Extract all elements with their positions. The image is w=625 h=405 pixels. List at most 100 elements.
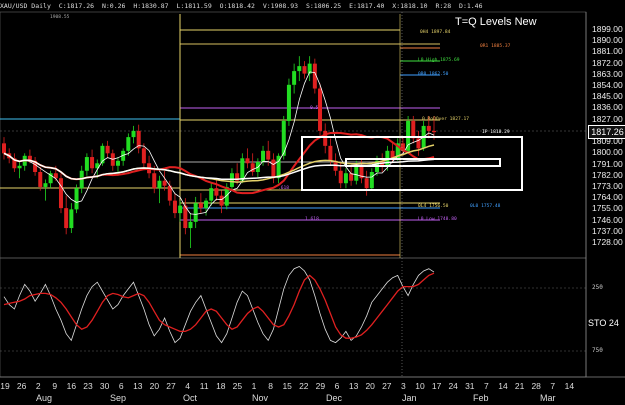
month-label: Feb [473, 393, 489, 403]
candle-body [266, 150, 271, 160]
month-label: Sep [110, 393, 127, 403]
price-tick-label: 1737.00 [592, 225, 623, 236]
candle-body [105, 145, 110, 154]
candle-body [354, 165, 359, 181]
candle-body [38, 172, 43, 187]
candle-body [43, 183, 48, 187]
candle-body [157, 180, 162, 189]
date-tick-label: 31 [465, 381, 475, 391]
date-tick-label: 6 [334, 381, 340, 391]
candle-body [261, 150, 266, 163]
date-tick-label: 21 [514, 381, 525, 391]
price-tick-label: 1827.00 [592, 113, 623, 124]
date-tick-label: 30 [99, 381, 110, 391]
stochastic-pane-frame [0, 257, 587, 378]
month-label: Mar [540, 393, 556, 403]
date-tick-label: 9 [52, 381, 58, 391]
date-tick-label: 11 [199, 381, 209, 391]
level-tag: 1.618 [305, 217, 319, 222]
month-label: Aug [36, 393, 53, 403]
level-tag: 0.5 [310, 106, 319, 111]
date-tick-label: 14 [564, 381, 575, 391]
candles [2, 56, 436, 248]
candle-body [369, 172, 374, 189]
level-tag: IP 1818.29 [482, 130, 510, 135]
candle-body [328, 145, 333, 161]
month-label: Nov [252, 393, 269, 403]
level-tag: L0 High 1875.69 [418, 58, 460, 63]
price-tick-label: 1782.00 [592, 169, 623, 180]
date-tick-label: 1 [251, 381, 257, 391]
price-tick-label: 1755.00 [592, 203, 623, 214]
level-tag: 0H4 1897.84 [420, 30, 451, 35]
date-tick-label: 15 [282, 381, 292, 391]
candle-body [58, 178, 63, 209]
candle-body [188, 221, 193, 229]
candle-body [209, 188, 214, 201]
stoch-level-250: 250 [592, 284, 603, 291]
price-chart[interactable] [0, 0, 625, 405]
candle-body [229, 173, 234, 187]
price-tick-label: 1773.00 [592, 180, 623, 191]
date-tick-label: 19 [0, 381, 10, 391]
candle-body [343, 173, 348, 184]
date-tick-label: 10 [415, 381, 425, 391]
price-tick-label: 1800.00 [592, 147, 623, 158]
date-tick-label: 26 [16, 381, 27, 391]
date-tick-label: 2 [35, 381, 41, 391]
candle-body [214, 188, 219, 196]
date-tick-label: 17 [431, 381, 442, 391]
price-tick-label: 1863.00 [592, 68, 623, 79]
date-tick-label: 20 [149, 381, 160, 391]
date-tick-label: 7 [484, 381, 489, 391]
candle-body [141, 148, 146, 164]
level-tag: L0 Low 1748.80 [418, 217, 457, 222]
date-tick-label: 8 [268, 381, 273, 391]
price-tick-label: 1764.00 [592, 192, 623, 203]
date-tick-label: 4 [185, 381, 190, 391]
level-tag: 0 RoDOver 1827.17 [422, 117, 470, 122]
date-tick-label: 16 [66, 381, 77, 391]
candle-body [204, 200, 209, 209]
candle-body [406, 120, 411, 151]
candle-body [338, 170, 343, 184]
candle-body [74, 188, 79, 210]
date-tick-label: 14 [498, 381, 508, 391]
candle-body [178, 205, 183, 214]
price-tick-label: 1791.00 [592, 158, 623, 169]
level-tag: 0L0 1757.48 [470, 204, 501, 209]
date-tick-label: 27 [166, 381, 176, 391]
candle-body [193, 203, 198, 222]
date-tick-label: 7 [550, 381, 556, 391]
candle-body [131, 130, 136, 138]
candle-body [245, 158, 250, 164]
candle-body [286, 84, 291, 121]
date-tick-label: 13 [348, 381, 359, 391]
candle-body [84, 157, 89, 171]
candle-body [126, 137, 131, 151]
date-tick-label: 23 [83, 381, 93, 391]
price-tick-label: 1854.00 [592, 80, 623, 91]
stoch-level-750: 750 [592, 347, 603, 354]
date-tick-label: 22 [299, 381, 309, 391]
price-tick-label: 1746.00 [592, 214, 623, 225]
price-tick-label: 1836.00 [592, 102, 623, 113]
level-tag: 1908.55 [50, 15, 70, 20]
candle-body [411, 120, 416, 139]
stochastic-d-line [3, 272, 435, 339]
date-tick-label: 29 [315, 381, 326, 391]
candle-body [69, 209, 74, 229]
month-label: Oct [183, 393, 198, 403]
candle-body [64, 208, 69, 229]
candle-body [90, 157, 95, 169]
candle-body [292, 71, 297, 85]
candle-body [302, 66, 307, 74]
moving-average-line [3, 71, 435, 215]
candle-body [152, 173, 157, 189]
stochastic-label: STO 24 [588, 318, 619, 328]
candle-body [240, 158, 245, 181]
candle-body [198, 203, 203, 209]
price-tick-label: 1845.00 [592, 91, 623, 102]
candle-body [318, 88, 323, 131]
candle-body [271, 159, 276, 179]
